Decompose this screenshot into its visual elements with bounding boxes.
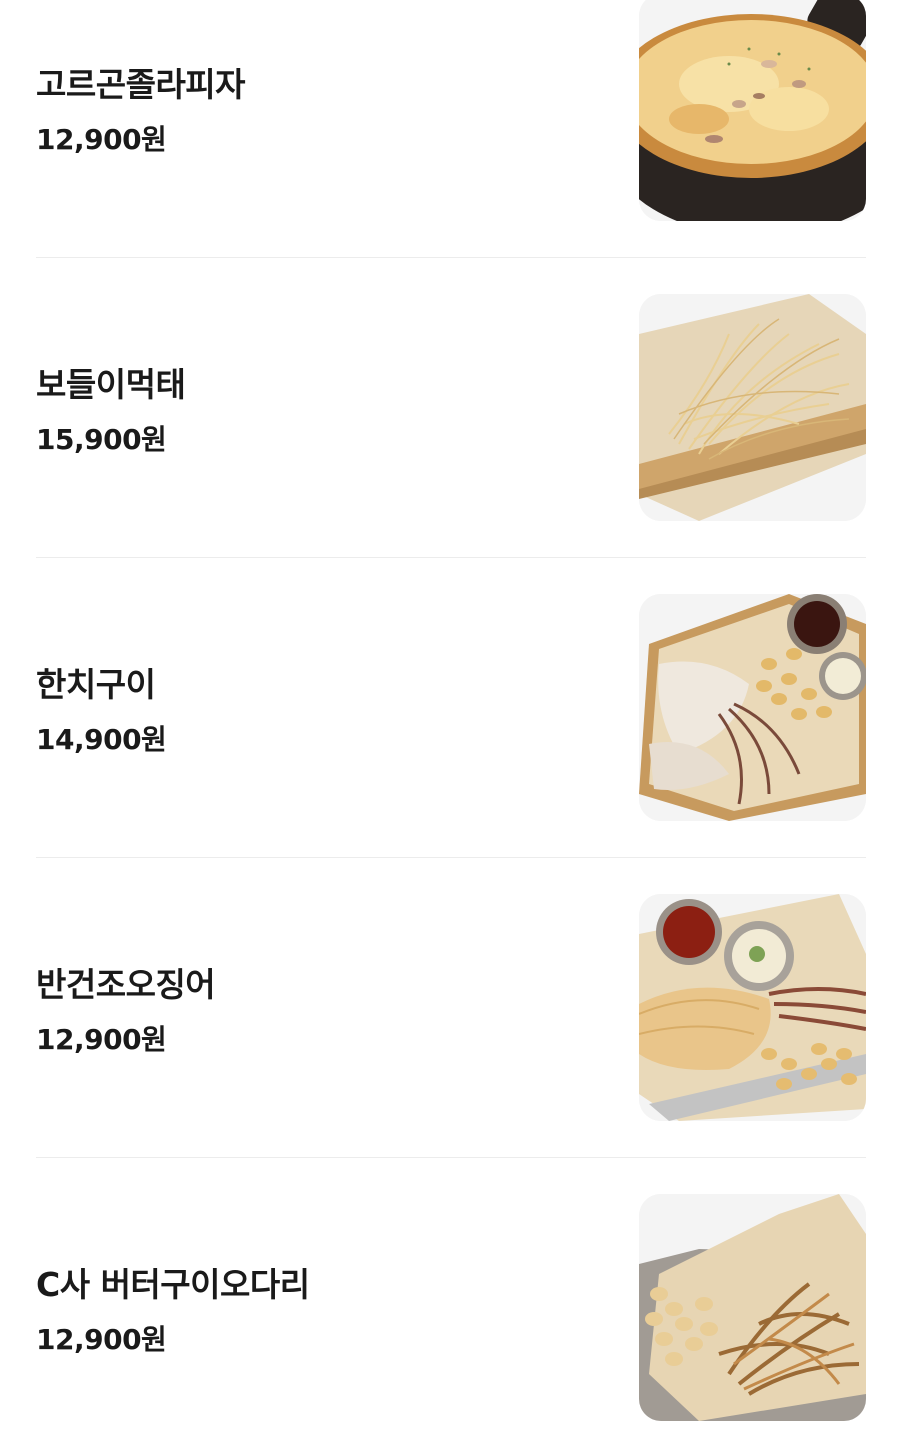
- half-dried-squid-photo-icon: [639, 894, 866, 1121]
- menu-item-name: 보들이먹태: [36, 365, 186, 404]
- menu-item[interactable]: 반건조오징어 12,900원: [36, 894, 866, 1122]
- menu-item[interactable]: 보들이먹태 15,900원: [36, 294, 866, 522]
- dried-pollack-photo-icon: [639, 294, 866, 521]
- menu-item-price: 12,900원: [36, 1323, 167, 1356]
- menu-item-price: 12,900원: [36, 1023, 167, 1056]
- divider: [36, 857, 866, 858]
- grilled-squid-photo-icon: [639, 594, 866, 821]
- menu-item-name: 한치구이: [36, 665, 156, 704]
- menu-item-price: 14,900원: [36, 723, 167, 756]
- menu-item-name: 고르곤졸라피자: [36, 65, 246, 104]
- menu-item-price: 12,900원: [36, 123, 167, 156]
- butter-grilled-squid-legs-photo-icon: [639, 1194, 866, 1421]
- menu-item-price: 15,900원: [36, 423, 167, 456]
- gorgonzola-pizza-photo-icon: [639, 0, 866, 221]
- menu-item[interactable]: 한치구이 14,900원: [36, 594, 866, 822]
- menu-item-name: C사 버터구이오다리: [36, 1265, 310, 1304]
- menu-item-name: 반건조오징어: [36, 965, 216, 1004]
- menu-item[interactable]: C사 버터구이오다리 12,900원: [36, 1194, 866, 1422]
- divider: [36, 557, 866, 558]
- divider: [36, 257, 866, 258]
- divider: [36, 1157, 866, 1158]
- menu-item[interactable]: 고르곤졸라피자 12,900원: [36, 0, 866, 222]
